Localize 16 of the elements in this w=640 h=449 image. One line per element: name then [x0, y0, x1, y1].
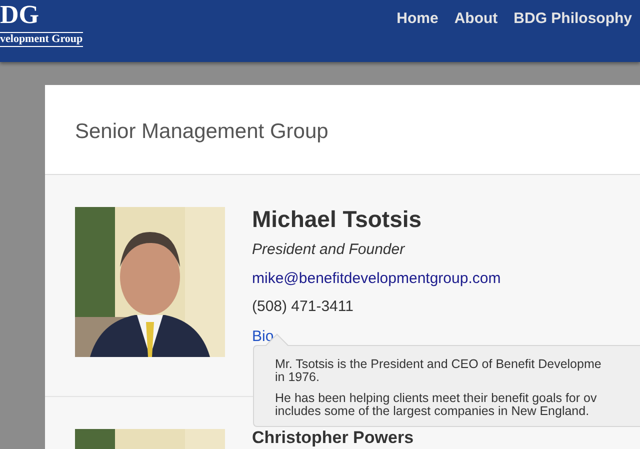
logo-letters: DG	[0, 2, 39, 28]
email-link[interactable]: mike@benefitdevelopmentgroup.com	[252, 268, 501, 290]
person-name: Michael Tsotsis	[252, 207, 423, 232]
nav-link[interactable]: About	[454, 8, 498, 30]
nav-link[interactable]: Home	[396, 8, 438, 30]
job-title: President and Founder	[252, 240, 406, 260]
phone-number: (508) 471-3411	[252, 297, 354, 318]
bio-text-line: Mr. Tsotsis is the President and CEO of Benefit Developme	[275, 358, 602, 372]
bio-link[interactable]: Bio	[252, 328, 274, 345]
bio-text-line: He has been helping clients meet their benefit goals for ov	[275, 392, 598, 406]
bio-text-line: in 1976.	[275, 371, 320, 384]
logo-tagline: velopment Group	[0, 32, 83, 48]
bio-text-line: includes some of the largest companies in New England.	[275, 405, 590, 418]
person-name: Christopher Powers	[252, 429, 414, 446]
nav-link[interactable]: BDG Philosophy	[514, 8, 632, 30]
section-title: Senior Management Group	[75, 119, 330, 144]
